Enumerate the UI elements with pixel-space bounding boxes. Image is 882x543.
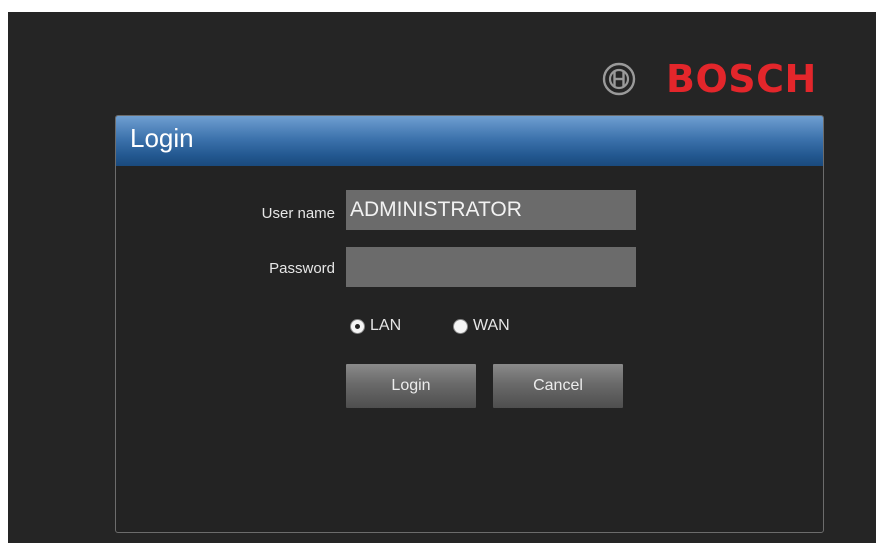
login-button[interactable]: Login	[346, 364, 476, 408]
dialog-title: Login	[130, 123, 194, 153]
radio-lan-label: LAN	[370, 317, 402, 334]
radio-lan[interactable]: LAN	[351, 317, 401, 335]
radio-wan-unselected-icon	[454, 319, 467, 333]
bosch-armature-icon	[602, 62, 636, 96]
login-dialog: Login User name Password LAN WAN Login C…	[115, 115, 824, 533]
password-label: Password	[269, 260, 335, 277]
brand-name: BOSCH	[666, 57, 817, 101]
dialog-title-bar: Login	[116, 116, 823, 166]
brand-header: BOSCH	[602, 54, 817, 104]
cancel-button[interactable]: Cancel	[493, 364, 623, 408]
radio-lan-selected-icon	[351, 319, 364, 333]
password-input[interactable]	[346, 247, 636, 287]
screen: BOSCH Login User name Password LAN WAN L…	[8, 12, 876, 543]
radio-wan[interactable]: WAN	[454, 317, 510, 335]
username-label: User name	[261, 205, 335, 222]
radio-wan-label: WAN	[473, 317, 510, 334]
username-input[interactable]	[346, 190, 636, 230]
